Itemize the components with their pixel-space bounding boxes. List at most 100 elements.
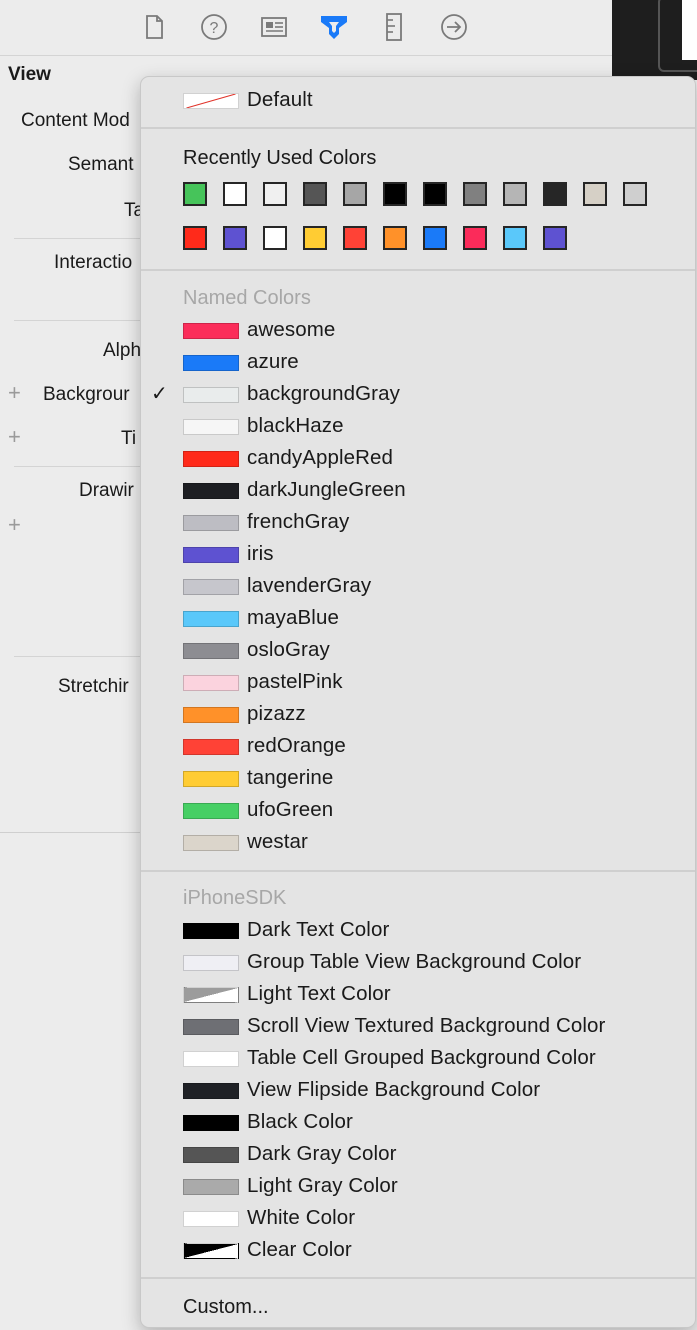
color-menu-item[interactable]: osloGray [141,635,695,667]
color-menu-item[interactable]: Scroll View Textured Background Color [141,1011,695,1043]
color-menu-item[interactable]: ufoGreen [141,795,695,827]
menu-separator [141,127,695,129]
color-name-label: Light Gray Color [247,1174,398,1197]
recent-color-swatch[interactable] [223,226,247,250]
file-inspector-icon[interactable] [137,10,171,44]
color-menu-item[interactable]: awesome [141,315,695,347]
color-menu-item[interactable]: White Color [141,1203,695,1235]
color-menu-item[interactable]: redOrange [141,731,695,763]
color-menu-item[interactable]: mayaBlue [141,603,695,635]
recent-color-swatch[interactable] [423,182,447,206]
color-menu-item[interactable]: pastelPink [141,667,695,699]
recent-color-swatch[interactable] [503,226,527,250]
identity-inspector-icon[interactable] [257,10,291,44]
color-swatch [183,1147,239,1163]
color-name-label: blackHaze [247,414,344,437]
color-name-label: awesome [247,318,336,341]
recent-color-swatch[interactable] [223,182,247,206]
color-menu-item[interactable]: candyAppleRed [141,443,695,475]
recent-color-swatch[interactable] [183,182,207,206]
recent-color-swatch[interactable] [543,182,567,206]
color-menu-item[interactable]: Light Text Color [141,979,695,1011]
color-name-label: tangerine [247,766,334,789]
recent-color-swatch[interactable] [263,226,287,250]
color-name-label: frenchGray [247,510,350,533]
size-inspector-icon[interactable] [377,10,411,44]
color-name-label: darkJungleGreen [247,478,406,501]
recent-color-swatch[interactable] [623,182,647,206]
recent-color-swatch[interactable] [463,182,487,206]
color-swatch [183,739,239,755]
color-swatch [183,483,239,499]
color-name-label: candyAppleRed [247,446,394,469]
color-menu-item[interactable]: Clear Color [141,1235,695,1267]
color-name-label: osloGray [247,638,330,661]
recent-color-swatch[interactable] [463,226,487,250]
color-swatch [183,419,239,435]
color-menu-item[interactable]: Black Color [141,1107,695,1139]
custom-color-button[interactable]: Custom... [183,1296,269,1319]
svg-text:?: ? [210,20,219,37]
color-name-label: Light Text Color [247,982,391,1005]
color-swatch [183,323,239,339]
attributes-inspector-icon[interactable] [317,10,351,44]
color-name-label: pizazz [247,702,306,725]
color-menu-item[interactable]: azure [141,347,695,379]
menu-item-default[interactable]: Default [141,85,695,117]
color-menu-item[interactable]: tangerine [141,763,695,795]
color-swatch [183,835,239,851]
color-swatch [183,803,239,819]
color-swatch [183,643,239,659]
color-swatch [183,1051,239,1067]
color-menu-item[interactable]: darkJungleGreen [141,475,695,507]
add-background-variation-icon[interactable]: + [8,380,21,406]
color-menu-item[interactable]: westar [141,827,695,859]
help-icon[interactable]: ? [197,10,231,44]
connections-inspector-icon[interactable] [437,10,471,44]
recent-color-swatch[interactable] [503,182,527,206]
menu-item-label: Default [247,88,313,111]
color-name-label: Table Cell Grouped Background Color [247,1046,596,1069]
color-swatch [183,515,239,531]
color-menu-item[interactable]: Dark Text Color [141,915,695,947]
color-menu-item[interactable]: Light Gray Color [141,1171,695,1203]
section-title: View [8,64,51,85]
recent-color-swatch[interactable] [423,226,447,250]
color-name-label: iris [247,542,274,565]
add-drawing-variation-icon[interactable]: + [8,512,21,538]
recent-color-swatch[interactable] [303,226,327,250]
stretching-label: Stretchir [58,676,129,697]
recent-color-swatch[interactable] [583,182,607,206]
default-swatch-icon [183,93,239,109]
content-mode-label: Content Mod [21,110,130,131]
color-swatch [183,1019,239,1035]
color-menu-item[interactable]: lavenderGray [141,571,695,603]
color-swatch [183,1211,239,1227]
color-swatch [183,355,239,371]
color-swatch [183,387,239,403]
color-swatch [183,987,239,1003]
add-tint-variation-icon[interactable]: + [8,424,21,450]
recent-color-swatch[interactable] [543,226,567,250]
color-name-label: westar [247,830,308,853]
recent-color-swatch[interactable] [343,182,367,206]
color-menu-item[interactable]: pizazz [141,699,695,731]
color-menu-item[interactable]: ✓ backgroundGray [141,379,695,411]
color-swatch [183,547,239,563]
recent-color-swatch[interactable] [383,182,407,206]
recent-color-swatch[interactable] [383,226,407,250]
color-menu-item[interactable]: Group Table View Background Color [141,947,695,979]
recent-color-swatch[interactable] [343,226,367,250]
recent-color-swatch[interactable] [263,182,287,206]
drawing-label: Drawir [79,480,134,501]
recent-color-swatch[interactable] [303,182,327,206]
color-menu-item[interactable]: View Flipside Background Color [141,1075,695,1107]
color-menu-item[interactable]: Dark Gray Color [141,1139,695,1171]
color-swatch [183,1083,239,1099]
color-menu-item[interactable]: iris [141,539,695,571]
color-menu-item[interactable]: Table Cell Grouped Background Color [141,1043,695,1075]
color-menu-item[interactable]: blackHaze [141,411,695,443]
iphonesdk-heading: iPhoneSDK [183,887,287,909]
color-menu-item[interactable]: frenchGray [141,507,695,539]
recent-color-swatch[interactable] [183,226,207,250]
